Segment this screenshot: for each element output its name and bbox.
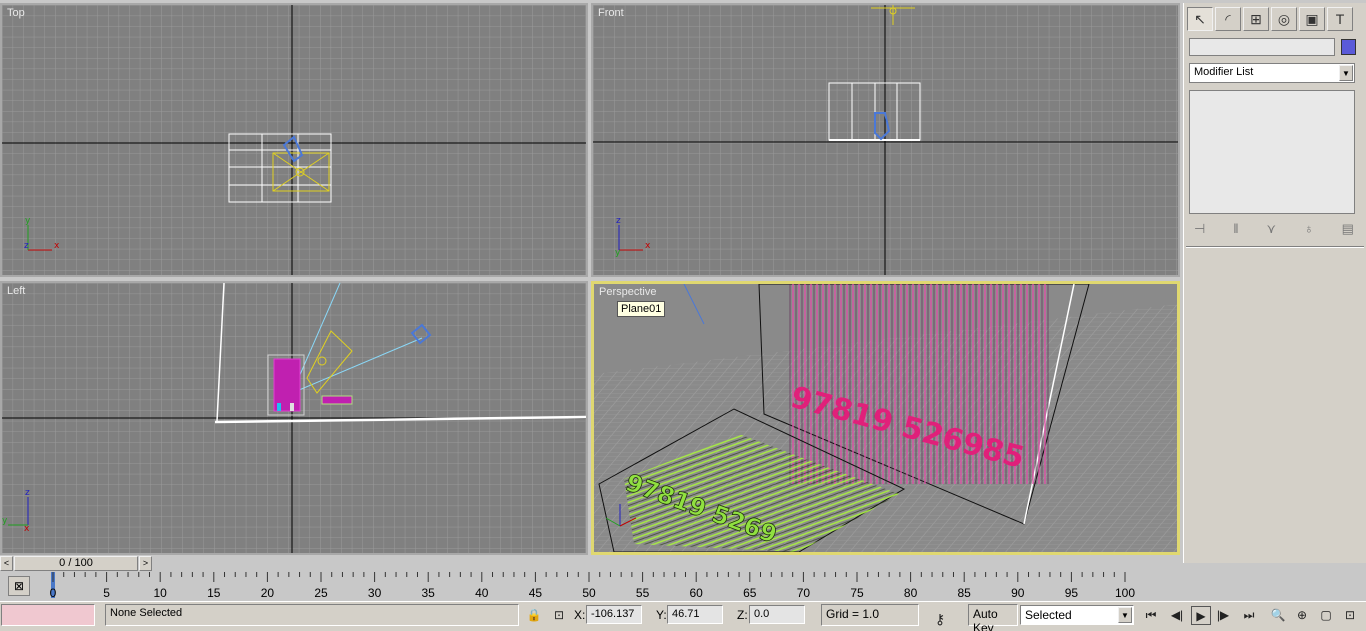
create-icon[interactable]: ↖ xyxy=(1187,7,1213,31)
time-slider-prev[interactable]: < xyxy=(0,556,13,571)
max-app: x y z Top x z y Front z y x Left 97819 5… xyxy=(0,0,1366,631)
x-label: X: xyxy=(574,608,586,622)
trackbar-tick-label: 75 xyxy=(850,586,864,600)
previous-frame-icon[interactable]: ◀| xyxy=(1167,606,1187,625)
viewport-perspective[interactable]: 97819 526985 97819 5269 Perspective Plan… xyxy=(591,281,1180,555)
viewport-label-perspective[interactable]: Perspective xyxy=(599,286,656,298)
zoom-extents-icon[interactable]: ▢ xyxy=(1316,606,1336,625)
viewport-label-front[interactable]: Front xyxy=(598,7,624,19)
motion-icon[interactable]: ◎ xyxy=(1271,7,1297,31)
key-filter-dropdown[interactable]: Selected ▼ xyxy=(1020,605,1134,625)
svg-text:z: z xyxy=(616,216,621,226)
time-slider[interactable]: < 0 / 100 > xyxy=(0,555,1180,572)
object-tooltip: Plane01 xyxy=(617,301,666,317)
trackbar-tick-label: 65 xyxy=(743,586,757,600)
x-coordinate-field[interactable]: -106.137 xyxy=(586,605,642,624)
viewport-front[interactable]: x z y Front xyxy=(591,3,1180,277)
show-end-result-icon[interactable]: ‖ xyxy=(1233,221,1238,237)
modifier-list-dropdown[interactable]: Modifier List ▼ xyxy=(1189,63,1355,83)
viewport-label-left[interactable]: Left xyxy=(7,285,25,297)
top-viewport-canvas: x y z xyxy=(2,5,586,275)
zoom-extents-all-icon[interactable]: ⊡ xyxy=(1340,606,1360,625)
perspective-viewport-canvas: 97819 526985 97819 5269 xyxy=(594,284,1177,552)
trackbar-tick-label: 55 xyxy=(635,586,650,600)
zoom-icon[interactable]: 🔍 xyxy=(1268,606,1288,625)
configure-sets-icon[interactable]: ▤ xyxy=(1342,221,1354,237)
divider xyxy=(1186,246,1364,248)
trackbar-tick-label: 5 xyxy=(103,586,110,600)
next-frame-icon[interactable]: |▶ xyxy=(1213,606,1233,625)
command-panel-tabs: ↖ ◜ ⊞ ◎ ▣ T xyxy=(1187,7,1353,31)
modify-icon[interactable]: ◜ xyxy=(1215,7,1241,31)
utilities-icon[interactable]: T xyxy=(1327,7,1353,31)
modifier-stack[interactable] xyxy=(1189,90,1355,214)
trackbar-tick-label: 85 xyxy=(957,586,971,600)
go-to-start-icon[interactable]: ⏮ xyxy=(1141,606,1161,625)
trackbar-tick-label: 95 xyxy=(1064,586,1079,600)
trackbar-tick-label: 10 xyxy=(153,586,167,600)
y-coordinate-field[interactable]: 46.71 xyxy=(667,605,723,624)
auto-key-button[interactable]: Auto Key xyxy=(968,604,1018,631)
trackbar[interactable]: ⊠ 0 5 10 15 20 25 30 35 40 45 50 55 60 65 70 75 80 85 90 95… xyxy=(0,572,1180,600)
left-plane xyxy=(321,395,353,405)
svg-text:z: z xyxy=(24,241,29,251)
svg-text:x: x xyxy=(54,241,60,251)
trackbar-tick-label: 40 xyxy=(475,586,489,600)
svg-text:x: x xyxy=(24,524,30,534)
front-viewport-canvas: x z y xyxy=(593,5,1178,275)
maxscript-listener[interactable] xyxy=(1,604,95,626)
svg-text:y: y xyxy=(615,248,621,258)
time-slider-next[interactable]: > xyxy=(139,556,152,571)
absolute-mode-icon[interactable]: ⊡ xyxy=(549,606,569,625)
y-label: Y: xyxy=(656,608,667,622)
trackbar-tick-label: 90 xyxy=(1011,586,1025,600)
trackbar-tick-label: 60 xyxy=(689,586,703,600)
chevron-down-icon[interactable]: ▼ xyxy=(1118,607,1132,623)
selection-status: None Selected xyxy=(105,604,519,626)
pin-stack-icon[interactable]: ⊣ xyxy=(1194,221,1205,237)
trackbar-tick-label: 50 xyxy=(582,586,596,600)
grid-size: Grid = 1.0 xyxy=(821,604,919,626)
trackbar-tick-label: 0 xyxy=(49,586,57,600)
z-label: Z: xyxy=(737,608,748,622)
trackbar-tick-label: 80 xyxy=(903,586,918,600)
key-filter-value: Selected xyxy=(1025,608,1072,622)
play-icon[interactable]: ▶ xyxy=(1191,606,1211,625)
viewport-left[interactable]: z y x Left xyxy=(0,281,588,555)
modifier-stack-tools: ⊣ ‖ ⋎ ♁ ▤ xyxy=(1194,221,1354,237)
z-coordinate-field[interactable]: 0.0 xyxy=(749,605,805,624)
trackbar-tick-label: 100 xyxy=(1114,586,1136,600)
zoom-all-icon[interactable]: ⊕ xyxy=(1292,606,1312,625)
svg-text:z: z xyxy=(25,488,30,498)
svg-text:y: y xyxy=(2,516,8,526)
left-viewport-canvas: z y x xyxy=(2,283,586,553)
chevron-down-icon[interactable]: ▼ xyxy=(1339,65,1353,81)
hierarchy-icon[interactable]: ⊞ xyxy=(1243,7,1269,31)
object-color-swatch[interactable] xyxy=(1341,39,1356,55)
trackbar-tick-label: 25 xyxy=(314,586,328,600)
status-bar: None Selected 🔒 ⊡ X: -106.137 Y: 46.71 Z… xyxy=(0,601,1366,631)
make-unique-icon[interactable]: ⋎ xyxy=(1267,221,1277,237)
set-key-icon[interactable]: ⚷ xyxy=(930,610,950,629)
modifier-list-label: Modifier List xyxy=(1194,66,1254,78)
viewport-label-top[interactable]: Top xyxy=(7,7,25,19)
display-icon[interactable]: ▣ xyxy=(1299,7,1325,31)
time-slider-thumb[interactable]: 0 / 100 xyxy=(14,556,138,571)
go-to-end-icon[interactable]: ⏭ xyxy=(1239,606,1259,625)
trackbar-tick-label: 35 xyxy=(421,586,435,600)
trackbar-tick-label: 45 xyxy=(528,586,543,600)
object-name-field[interactable] xyxy=(1189,38,1335,56)
trackbar-tick-label: 15 xyxy=(207,586,221,600)
remove-modifier-icon[interactable]: ♁ xyxy=(1304,221,1314,237)
command-panel: ↖ ◜ ⊞ ◎ ▣ T Modifier List ▼ ⊣ ‖ ⋎ ♁ ▤ xyxy=(1183,3,1366,563)
lock-icon[interactable]: 🔒 xyxy=(524,606,544,625)
svg-text:y: y xyxy=(25,216,31,226)
svg-text:x: x xyxy=(645,241,651,251)
viewport-top[interactable]: x y z Top xyxy=(0,3,588,277)
trackbar-tick-label: 20 xyxy=(260,586,275,600)
trackbar-tick-label: 70 xyxy=(796,586,811,600)
trackbar-tick-label: 30 xyxy=(367,586,382,600)
